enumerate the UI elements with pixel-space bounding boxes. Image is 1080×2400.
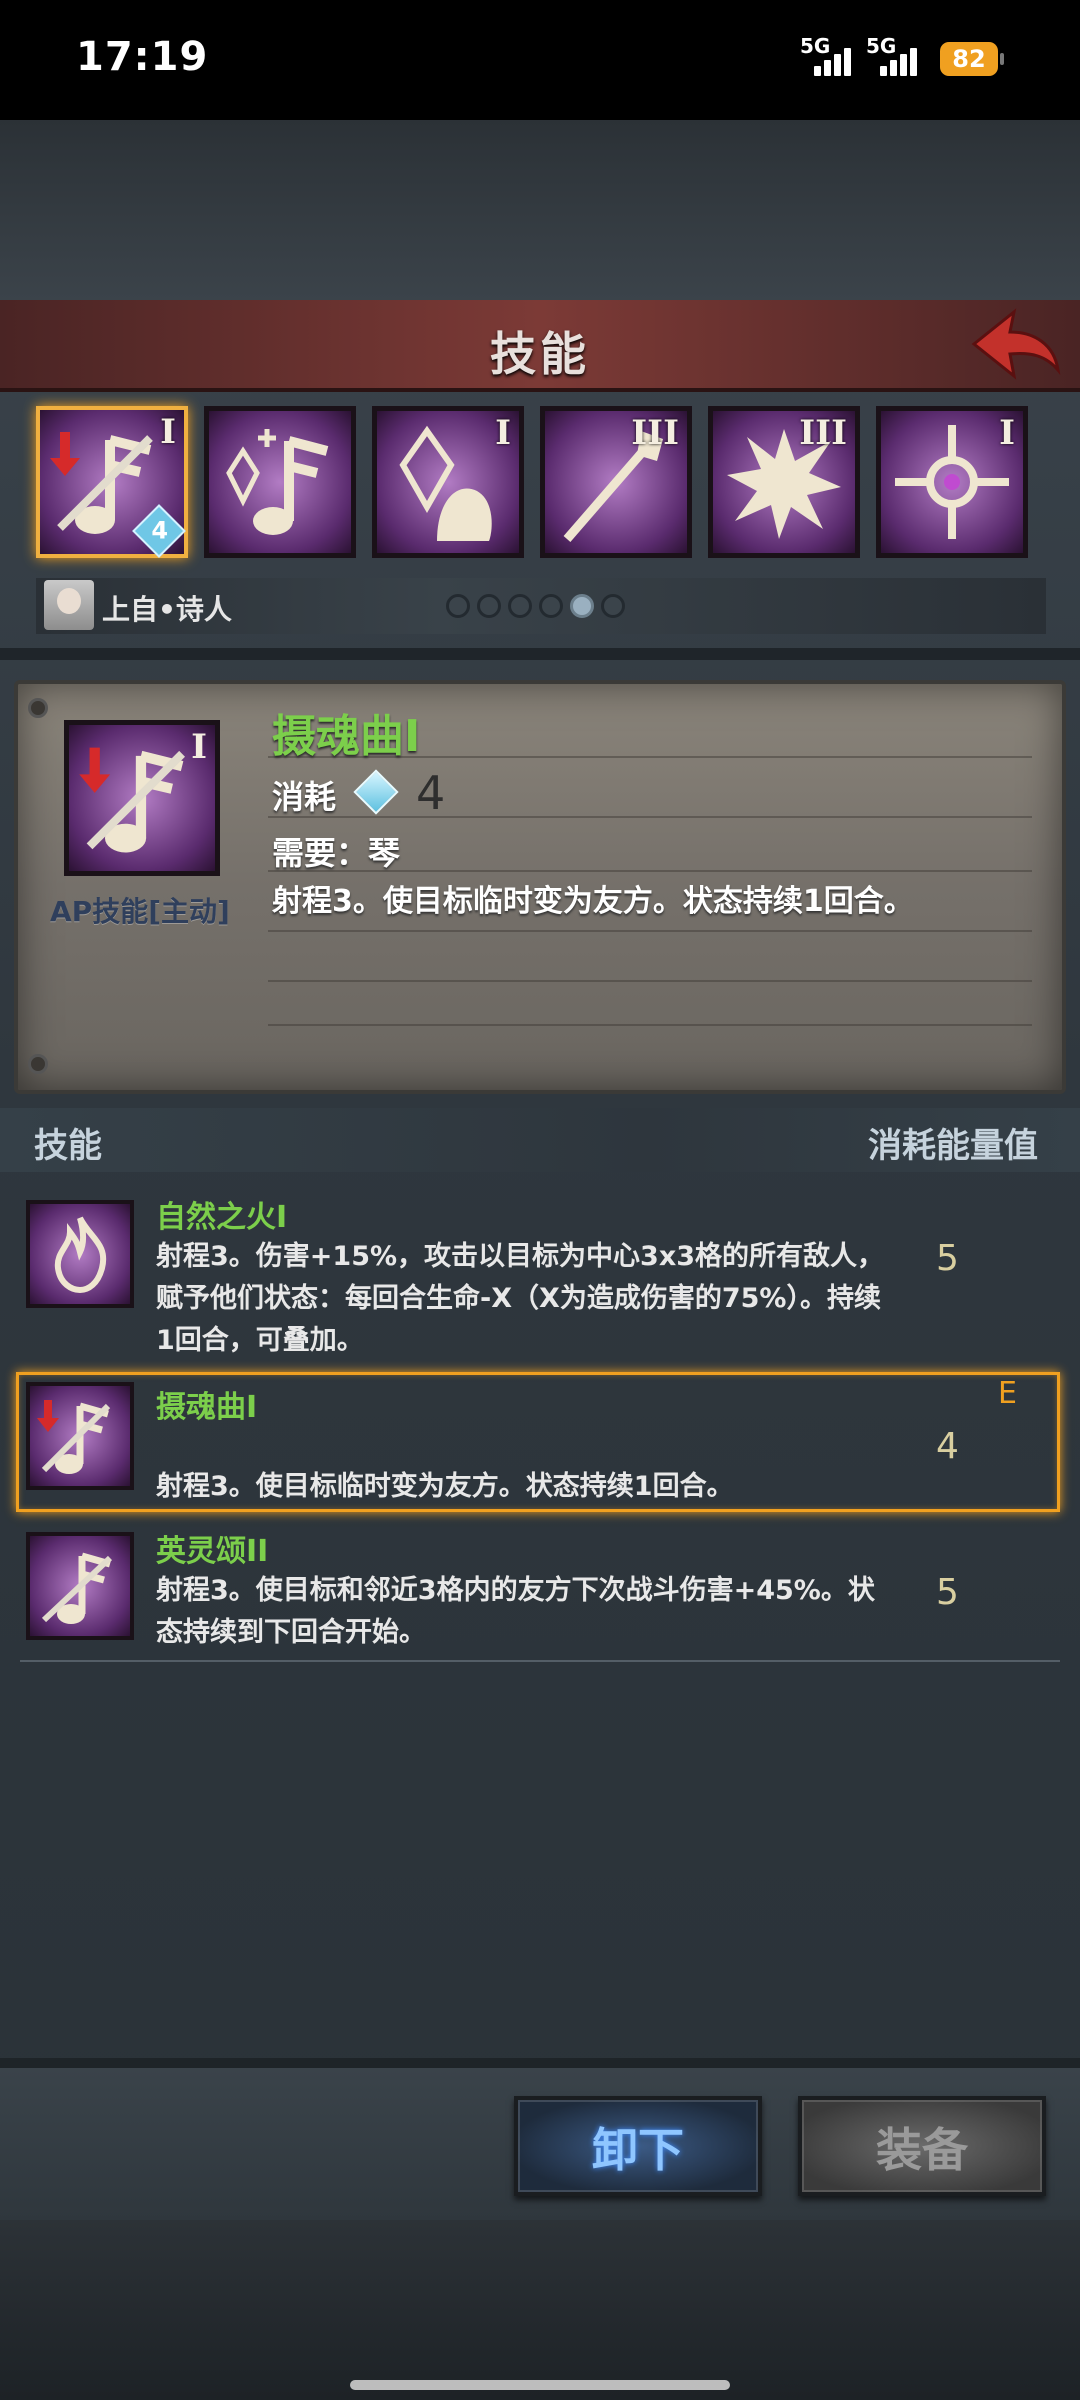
music-note-sword-icon [41, 1552, 113, 1624]
skill-name: 摄魂曲I [156, 1390, 258, 1425]
skill-slot-4[interactable]: III [540, 406, 692, 558]
skill-detail-card: I AP技能[主动] 摄魂曲I 消耗 4 需要：琴 射程3。使目标临时变为友方。… [14, 680, 1066, 1094]
list-item-selected[interactable]: 摄魂曲I 射程3。使目标临时变为友方。状态持续1回合。 4 [20, 1382, 1060, 1512]
character-name: 上自•诗人 [102, 593, 232, 626]
equip-button[interactable]: 装备 [798, 2096, 1046, 2196]
skill-slot-2[interactable] [204, 406, 356, 558]
skill-thumb [26, 1200, 134, 1308]
page-dot [477, 594, 501, 618]
skill-description: 射程3。使目标临时变为友方。状态持续1回合。 [272, 884, 914, 919]
page-dot-active [570, 594, 594, 618]
skill-cost: 5 [936, 1572, 959, 1613]
skill-slot-3[interactable]: I [372, 406, 524, 558]
skill-level-label: I [160, 412, 176, 452]
skill-thumb [26, 1532, 134, 1640]
skill-level-label: III [799, 413, 847, 453]
list-item[interactable]: 自然之火I 射程3。伤害+15%，攻击以目标为中心3x3格的所有敌人，赋予他们状… [20, 1192, 1060, 1362]
status-bar: 17:19 5G 5G 82 [0, 0, 1080, 120]
skill-name: 英灵颂II [156, 1534, 269, 1569]
status-time: 17:19 [76, 34, 209, 80]
home-indicator[interactable] [350, 2380, 730, 2390]
skill-type-label: AP技能[主动] [50, 895, 230, 928]
skill-cost: 5 [936, 1238, 959, 1279]
character-row: 上自•诗人 [36, 578, 1046, 634]
list-header-skill: 技能 [34, 1126, 102, 1166]
avatar[interactable] [44, 580, 94, 630]
signal-icon: 5G [866, 34, 930, 76]
music-note-crystal-icon [226, 429, 329, 535]
top-backdrop [0, 120, 1080, 300]
skill-level-label: I [999, 413, 1015, 453]
skill-name: 自然之火I [156, 1200, 288, 1235]
skill-description: 射程3。伤害+15%，攻击以目标为中心3x3格的所有敌人，赋予他们状态：每回合生… [156, 1241, 885, 1356]
energy-gem-icon [353, 769, 399, 815]
requirement-text: 需要：琴 [272, 834, 401, 872]
skill-description: 射程3。使目标临时变为友方。状态持续1回合。 [156, 1471, 734, 1502]
divider [20, 1660, 1060, 1662]
network-type-label: 5G [866, 34, 897, 58]
pin-icon [28, 1054, 48, 1074]
skill-detail-icon: I [64, 720, 220, 876]
page-title: 技能 [490, 327, 590, 381]
skill-level-label: III [631, 413, 679, 453]
skill-thumb [26, 1382, 134, 1490]
skill-slot-5[interactable]: III [708, 406, 860, 558]
flame-icon [54, 1216, 107, 1294]
divider [0, 648, 1080, 660]
page-dot [508, 594, 532, 618]
battery-indicator: 82 [940, 42, 1004, 76]
skill-slot-row: I 4 I III III I [36, 406, 1046, 566]
cost-value: 4 [416, 766, 446, 820]
list-header-cost: 消耗能量值 [868, 1126, 1038, 1166]
network-type-label: 5G [800, 34, 831, 58]
music-note-sword-icon [37, 1400, 111, 1474]
list-item[interactable]: 英灵颂II 射程3。使目标和邻近3格内的友方下次战斗伤害+45%。状态持续到下回… [20, 1526, 1060, 1660]
divider [0, 2058, 1080, 2068]
page-dot [601, 594, 625, 618]
skill-slot-1[interactable]: I 4 [36, 406, 188, 558]
skill-level-label: I [191, 727, 207, 767]
pin-icon [28, 698, 48, 718]
skill-slot-6[interactable]: I [876, 406, 1028, 558]
signal-icon: 5G [800, 34, 864, 76]
page-dot [539, 594, 563, 618]
unequip-button[interactable]: 卸下 [514, 2096, 762, 2196]
page-indicator [446, 594, 646, 620]
cost-label: 消耗 [272, 778, 337, 816]
skill-cost: 4 [936, 1426, 959, 1467]
bottom-backdrop [0, 2220, 1080, 2400]
title-bar: 技能 [0, 300, 1080, 392]
page-dot [446, 594, 470, 618]
skill-description: 射程3。使目标和邻近3格内的友方下次战斗伤害+45%。状态持续到下回合开始。 [156, 1575, 875, 1648]
back-arrow-icon[interactable] [970, 304, 1062, 384]
skill-detail-name: 摄魂曲I [272, 711, 421, 762]
skill-level-label: I [495, 413, 511, 453]
